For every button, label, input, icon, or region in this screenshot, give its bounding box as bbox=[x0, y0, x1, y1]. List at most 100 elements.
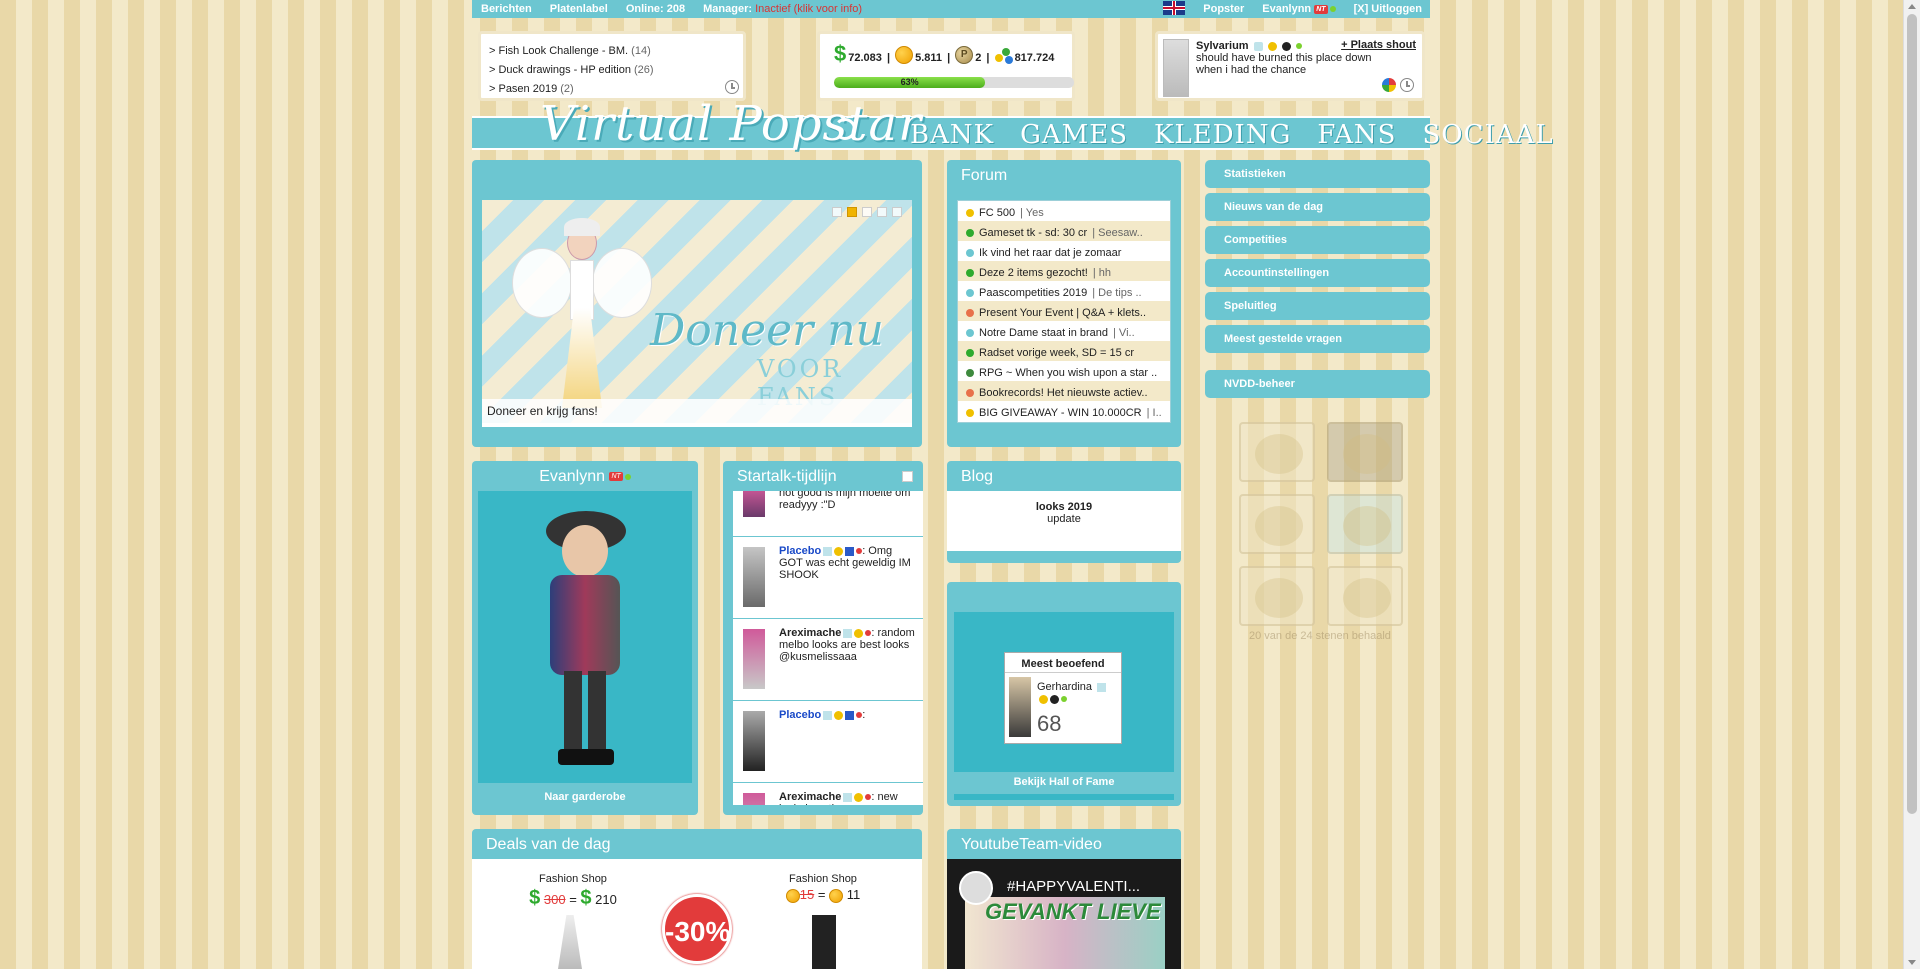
deal-pants-image[interactable] bbox=[812, 915, 836, 969]
menu-item-accountinstellingen[interactable]: Accountinstellingen bbox=[1205, 259, 1430, 287]
nav-fans[interactable]: FANS bbox=[1317, 120, 1396, 150]
deal-dress-image[interactable] bbox=[558, 915, 582, 969]
nav-games[interactable]: GAMES bbox=[1020, 120, 1128, 150]
forum-item[interactable]: FC 500 | Yes bbox=[958, 201, 1170, 221]
menu-item-statistieken[interactable]: Statistieken bbox=[1205, 160, 1430, 188]
slider-dot[interactable] bbox=[862, 207, 872, 217]
slider-dot[interactable] bbox=[877, 207, 887, 217]
timeline-author[interactable]: Areximache bbox=[779, 627, 841, 639]
blog-entry[interactable]: looks 2019 update bbox=[947, 491, 1181, 551]
slider-dot[interactable] bbox=[892, 207, 902, 217]
menu-item-speluitleg[interactable]: Speluitleg bbox=[1205, 292, 1430, 320]
avatar-stage[interactable] bbox=[478, 491, 692, 783]
forum-title[interactable]: Forum bbox=[947, 160, 1181, 190]
nav-kleding[interactable]: KLEDING bbox=[1154, 120, 1291, 150]
forum-item[interactable]: Notre Dame staat in brand | Vi.. bbox=[958, 321, 1170, 341]
forum-item[interactable]: Deze 2 items gezocht! | hh bbox=[958, 261, 1170, 281]
timeline-avatar[interactable] bbox=[743, 491, 765, 517]
timeline-avatar[interactable] bbox=[743, 793, 765, 805]
blog-entry-title[interactable]: looks 2019 bbox=[947, 501, 1181, 513]
forum-item[interactable]: RPG ~ When you wish upon a star .. bbox=[958, 361, 1170, 381]
profile-name[interactable]: Evanlynn bbox=[539, 468, 605, 485]
scroll-down-arrow[interactable] bbox=[1908, 960, 1916, 965]
topic-icon bbox=[966, 229, 974, 237]
menu-item-meest-gestelde-vragen[interactable]: Meest gestelde vragen bbox=[1205, 325, 1430, 353]
record-icon bbox=[1281, 41, 1291, 51]
badge-tile[interactable] bbox=[1239, 566, 1315, 626]
banner-slider[interactable]: Doneer nu VOOR FANS Doneer en krijg fans… bbox=[482, 200, 912, 423]
channel-avatar[interactable] bbox=[959, 871, 993, 905]
shout-avatar[interactable] bbox=[1163, 39, 1189, 97]
messages-link[interactable]: Berichten bbox=[481, 3, 532, 15]
wardrobe-link[interactable]: Naar garderobe bbox=[472, 791, 698, 803]
forum-item[interactable]: Present Your Event | Q&A + klets.. bbox=[958, 301, 1170, 321]
slider-dot-active[interactable] bbox=[847, 207, 857, 217]
shout-author[interactable]: Sylvarium bbox=[1196, 40, 1249, 52]
manager-inactive-link[interactable]: Inactief (klik voor info) bbox=[755, 3, 862, 15]
place-shout-link[interactable]: + Plaats shout bbox=[1341, 39, 1416, 51]
badge-tile[interactable] bbox=[1327, 494, 1403, 554]
dollar-icon: $ bbox=[529, 887, 541, 909]
deal-item[interactable]: Fashion Shop $ 300 = $ 210 bbox=[508, 873, 638, 910]
menu-item-nvdd-beheer[interactable]: NVDD-beheer bbox=[1205, 370, 1430, 398]
youtube-video[interactable]: GEVANKT LIEVE #HAPPYVALENTI... bbox=[947, 859, 1181, 969]
manager-status[interactable]: Manager: Inactief (klik voor info) bbox=[703, 3, 862, 15]
badge-tile[interactable] bbox=[1327, 422, 1403, 482]
site-logo[interactable]: Virtual Popstar bbox=[540, 96, 922, 152]
timeline-item: Areximache: new look, love these bbox=[733, 783, 923, 805]
scroll-thumb[interactable] bbox=[1907, 14, 1917, 814]
banner-caption[interactable]: Doneer en krijg fans! bbox=[482, 399, 912, 423]
timeline-author[interactable]: Areximache bbox=[779, 791, 841, 803]
video-thumbnail[interactable]: GEVANKT LIEVE bbox=[965, 897, 1165, 969]
menu-item-nieuws-van-de-dag[interactable]: Nieuws van de dag bbox=[1205, 193, 1430, 221]
forum-item[interactable]: BIG GIVEAWAY - WIN 10.000CR | I.. bbox=[958, 401, 1170, 421]
online-count: Online: 208 bbox=[625, 3, 686, 15]
hof-card[interactable]: Meest beoefend Gerhardina 68 bbox=[1004, 652, 1122, 744]
collapse-icon[interactable] bbox=[902, 471, 913, 482]
color-ball-icon[interactable] bbox=[1382, 78, 1396, 92]
logout-link[interactable]: [X] Uitloggen bbox=[1354, 3, 1422, 15]
uk-flag-icon[interactable] bbox=[1163, 1, 1186, 15]
hof-score: 68 bbox=[1037, 711, 1062, 736]
blog-title[interactable]: Blog bbox=[947, 461, 1181, 491]
user-link[interactable]: Evanlynn NT bbox=[1262, 3, 1336, 15]
menu-item-competities[interactable]: Competities bbox=[1205, 226, 1430, 254]
topic-icon bbox=[966, 409, 974, 417]
forum-item[interactable]: Bookrecords! Het nieuwste actiev.. bbox=[958, 381, 1170, 401]
coin-icon bbox=[895, 46, 914, 64]
thumbnail-text: GEVANKT LIEVE bbox=[985, 899, 1161, 924]
contest-item[interactable]: > Fish Look Challenge - BM. (14) bbox=[489, 42, 735, 61]
deals-panel: Deals van de dag Fashion Shop $ 300 = $ … bbox=[472, 829, 922, 969]
badge-tile[interactable] bbox=[1239, 422, 1315, 482]
slider-dot[interactable] bbox=[832, 207, 842, 217]
contest-item[interactable]: > Duck drawings - HP edition (26) bbox=[489, 61, 735, 80]
clock-icon[interactable] bbox=[1400, 78, 1414, 92]
nav-sociaal[interactable]: SOCIAAL bbox=[1422, 120, 1553, 150]
page-scrollbar[interactable] bbox=[1903, 0, 1920, 969]
popster-link[interactable]: Popster bbox=[1203, 3, 1244, 15]
deal-item[interactable]: Fashion Shop 15 = 11 bbox=[758, 873, 888, 903]
hof-name[interactable]: Gerhardina bbox=[1037, 681, 1092, 693]
timeline-avatar[interactable] bbox=[743, 547, 765, 607]
startalk-feed[interactable]: not good is mijn moeite om readyyy :"D P… bbox=[733, 491, 923, 805]
forum-item[interactable]: Ik vind het raar dat je zomaar bbox=[958, 241, 1170, 261]
startalk-title: Startalk-tijdlijn bbox=[737, 468, 837, 485]
forum-item[interactable]: Paascompetities 2019 | De tips .. bbox=[958, 281, 1170, 301]
badge-tile[interactable] bbox=[1239, 494, 1315, 554]
video-title[interactable]: #HAPPYVALENTI... bbox=[1007, 878, 1140, 895]
level-progress-bar: 63% bbox=[834, 77, 1074, 88]
timeline-avatar[interactable] bbox=[743, 711, 765, 771]
hof-avatar[interactable] bbox=[1009, 677, 1031, 737]
badge-tile[interactable] bbox=[1327, 566, 1403, 626]
forum-item[interactable]: Gameset tk - sd: 30 cr | Seesaw.. bbox=[958, 221, 1170, 241]
timeline-avatar[interactable] bbox=[743, 629, 765, 689]
hall-of-fame-link[interactable]: Bekijk Hall of Fame bbox=[947, 776, 1181, 788]
timeline-author[interactable]: Placebo bbox=[779, 709, 821, 721]
timeline-author[interactable]: Placebo bbox=[779, 545, 821, 557]
clock-icon[interactable] bbox=[725, 80, 739, 94]
nav-bank[interactable]: BANK bbox=[910, 120, 994, 150]
scroll-up-arrow[interactable] bbox=[1908, 4, 1916, 9]
slider-dots[interactable] bbox=[832, 207, 902, 217]
forum-item[interactable]: Radset vorige week, SD = 15 cr bbox=[958, 341, 1170, 361]
record-label-link[interactable]: Platenlabel bbox=[550, 3, 608, 15]
